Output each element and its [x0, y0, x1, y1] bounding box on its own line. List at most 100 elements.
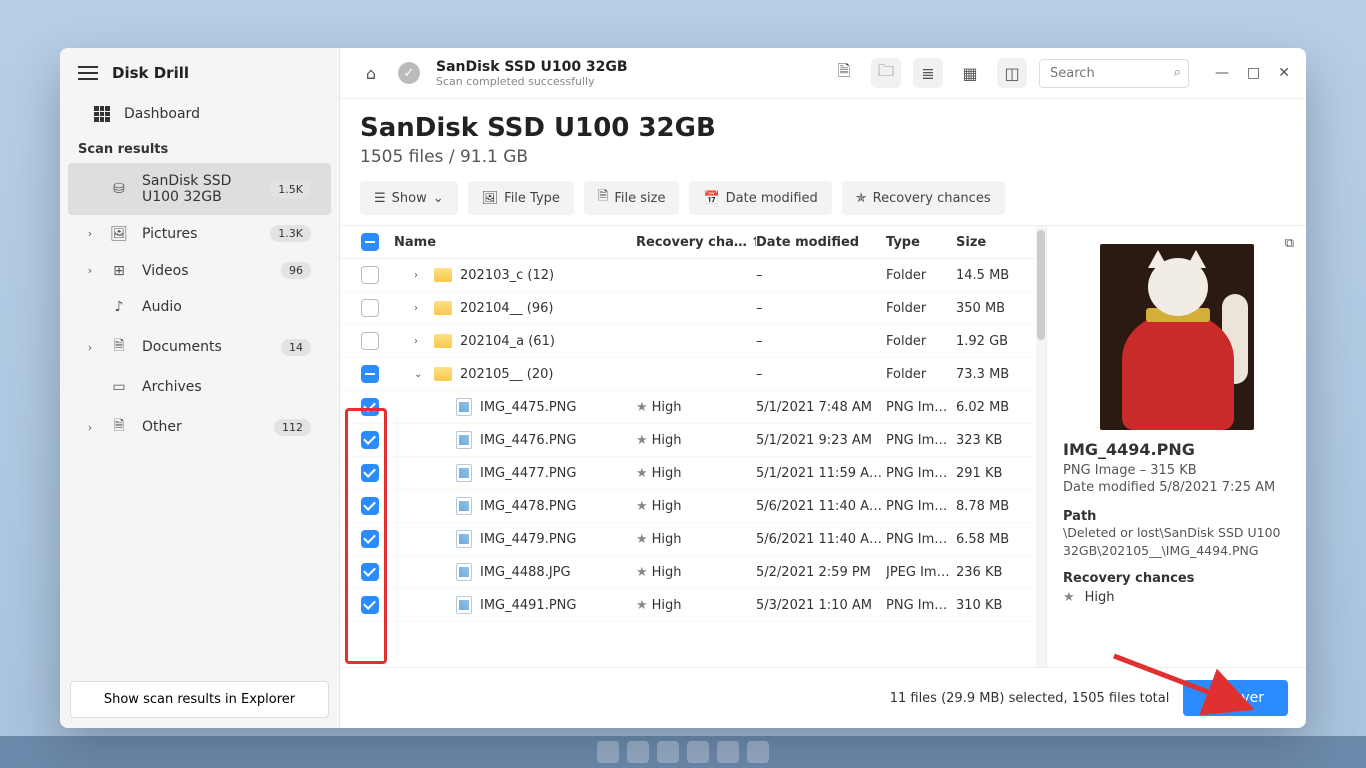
- file-type-filter[interactable]: 🖼 File Type: [468, 181, 574, 215]
- table-row[interactable]: IMG_4477.PNG★High5/1/2021 11:59 A…PNG Im…: [340, 457, 1036, 490]
- row-checkbox[interactable]: [361, 563, 379, 581]
- cell-size: 6.58 MB: [956, 532, 1026, 547]
- sidebar-item-image[interactable]: ›🖼Pictures1.3K: [68, 215, 331, 252]
- search-box[interactable]: ⌕: [1039, 59, 1189, 88]
- recovery-chances-filter[interactable]: ✯ Recovery chances: [842, 181, 1005, 215]
- folder-icon: [434, 334, 452, 348]
- col-recovery[interactable]: Recovery cha… ↑: [636, 235, 756, 250]
- table-row[interactable]: ›202104_a (61)–Folder1.92 GB: [340, 325, 1036, 358]
- row-checkbox[interactable]: [361, 596, 379, 614]
- maximize-button[interactable]: □: [1247, 65, 1260, 81]
- show-in-explorer-button[interactable]: Show scan results in Explorer: [70, 681, 329, 718]
- table-row[interactable]: IMG_4476.PNG★High5/1/2021 9:23 AMPNG Im……: [340, 424, 1036, 457]
- cell-type: PNG Im…: [886, 400, 956, 415]
- cell-type: PNG Im…: [886, 499, 956, 514]
- window-controls: — □ ✕: [1215, 65, 1290, 81]
- file-view-icon[interactable]: 🗎: [829, 58, 859, 88]
- sidebar-item-video[interactable]: ›⊞Videos96: [68, 252, 331, 289]
- date-modified-filter[interactable]: 📅 Date modified: [689, 181, 831, 215]
- table-row[interactable]: IMG_4478.PNG★High5/6/2021 11:40 A…PNG Im…: [340, 490, 1036, 523]
- sidebar-dashboard[interactable]: Dashboard: [68, 96, 331, 132]
- row-checkbox[interactable]: [361, 398, 379, 416]
- table-row[interactable]: IMG_4488.JPG★High5/2/2021 2:59 PMJPEG Im…: [340, 556, 1036, 589]
- row-checkbox[interactable]: [361, 464, 379, 482]
- table-row[interactable]: ›202103_c (12)–Folder14.5 MB: [340, 259, 1036, 292]
- cell-date: –: [756, 268, 886, 283]
- sidebar-item-archive[interactable]: ▭Archives: [68, 369, 331, 405]
- close-button[interactable]: ✕: [1278, 65, 1290, 81]
- file-name: IMG_4488.JPG: [480, 565, 571, 580]
- calendar-icon: 📅: [703, 191, 719, 206]
- chevron-icon[interactable]: ›: [414, 336, 426, 347]
- cell-type: Folder: [886, 334, 956, 349]
- sidebar-item-drive[interactable]: ⛁SanDisk SSD U100 32GB1.5K: [68, 163, 331, 215]
- open-external-icon[interactable]: ⧉: [1285, 236, 1294, 251]
- cell-recovery: ★High: [636, 565, 756, 580]
- hamburger-icon[interactable]: [78, 66, 98, 80]
- file-icon: [456, 464, 472, 482]
- other-icon: 🗎: [110, 415, 128, 439]
- sidebar-item-other[interactable]: ›🗎Other112: [68, 405, 331, 449]
- col-name[interactable]: Name: [390, 235, 636, 250]
- folder-view-icon[interactable]: 🗀: [871, 58, 901, 88]
- col-date[interactable]: Date modified: [756, 235, 886, 250]
- count-badge: 14: [281, 339, 311, 356]
- rc-value: High: [1085, 590, 1115, 605]
- select-all-checkbox[interactable]: [361, 233, 379, 251]
- panel-view-icon[interactable]: ◫: [997, 58, 1027, 88]
- chevron-icon[interactable]: ›: [414, 270, 426, 281]
- cell-size: 6.02 MB: [956, 400, 1026, 415]
- cell-type: Folder: [886, 268, 956, 283]
- cell-recovery: ★High: [636, 598, 756, 613]
- app-window: Disk Drill Dashboard Scan results ⛁SanDi…: [60, 48, 1306, 728]
- col-size[interactable]: Size: [956, 235, 1026, 250]
- cell-type: PNG Im…: [886, 532, 956, 547]
- table-row[interactable]: IMG_4479.PNG★High5/6/2021 11:40 A…PNG Im…: [340, 523, 1036, 556]
- chevron-down-icon: ⌄: [433, 191, 444, 206]
- file-icon: [456, 596, 472, 614]
- recover-button[interactable]: Recover: [1183, 680, 1288, 716]
- row-checkbox[interactable]: [361, 530, 379, 548]
- row-checkbox[interactable]: [361, 365, 379, 383]
- preview-meta: PNG Image – 315 KB: [1063, 463, 1290, 478]
- show-filter[interactable]: ☰ Show ⌄: [360, 181, 458, 215]
- folder-icon: [434, 268, 452, 282]
- home-icon[interactable]: ⌂: [356, 58, 386, 88]
- doc-icon: 🗎: [598, 187, 608, 209]
- scrollbar[interactable]: [1036, 226, 1046, 667]
- rc-label: Recovery chances: [1063, 571, 1290, 586]
- sidebar-item-doc[interactable]: ›🗎Documents14: [68, 325, 331, 369]
- chevron-icon[interactable]: ›: [414, 303, 426, 314]
- search-icon: ⌕: [1174, 65, 1181, 80]
- cell-date: 5/6/2021 11:40 A…: [756, 499, 886, 514]
- cell-type: Folder: [886, 301, 956, 316]
- row-checkbox[interactable]: [361, 332, 379, 350]
- filter-icon: ☰: [374, 191, 386, 206]
- file-name: IMG_4476.PNG: [480, 433, 576, 448]
- table-row[interactable]: IMG_4491.PNG★High5/3/2021 1:10 AMPNG Im……: [340, 589, 1036, 622]
- row-checkbox[interactable]: [361, 497, 379, 515]
- row-checkbox[interactable]: [361, 431, 379, 449]
- sidebar-item-label: Audio: [142, 299, 311, 315]
- list-view-icon[interactable]: ≣: [913, 58, 943, 88]
- table-row[interactable]: ⌄202105__ (20)–Folder73.3 MB: [340, 358, 1036, 391]
- minimize-button[interactable]: —: [1215, 65, 1229, 81]
- sidebar-item-audio[interactable]: ♪Audio: [68, 289, 331, 325]
- grid-view-icon[interactable]: ▦: [955, 58, 985, 88]
- path-label: Path: [1063, 509, 1290, 524]
- cell-size: 73.3 MB: [956, 367, 1026, 382]
- file-size-filter[interactable]: 🗎 File size: [584, 181, 680, 215]
- file-name: IMG_4475.PNG: [480, 400, 576, 415]
- search-input[interactable]: [1039, 59, 1189, 88]
- preview-path: \Deleted or lost\SanDisk SSD U100 32GB\2…: [1063, 524, 1290, 559]
- content: Name Recovery cha… ↑ Date modified Type …: [340, 226, 1306, 667]
- col-type[interactable]: Type: [886, 235, 956, 250]
- table-row[interactable]: ›202104__ (96)–Folder350 MB: [340, 292, 1036, 325]
- star-icon: ★: [636, 598, 648, 613]
- chevron-icon[interactable]: ⌄: [414, 369, 426, 380]
- row-checkbox[interactable]: [361, 299, 379, 317]
- cell-type: PNG Im…: [886, 433, 956, 448]
- sidebar-item-label: SanDisk SSD U100 32GB: [142, 173, 256, 205]
- row-checkbox[interactable]: [361, 266, 379, 284]
- table-row[interactable]: IMG_4475.PNG★High5/1/2021 7:48 AMPNG Im……: [340, 391, 1036, 424]
